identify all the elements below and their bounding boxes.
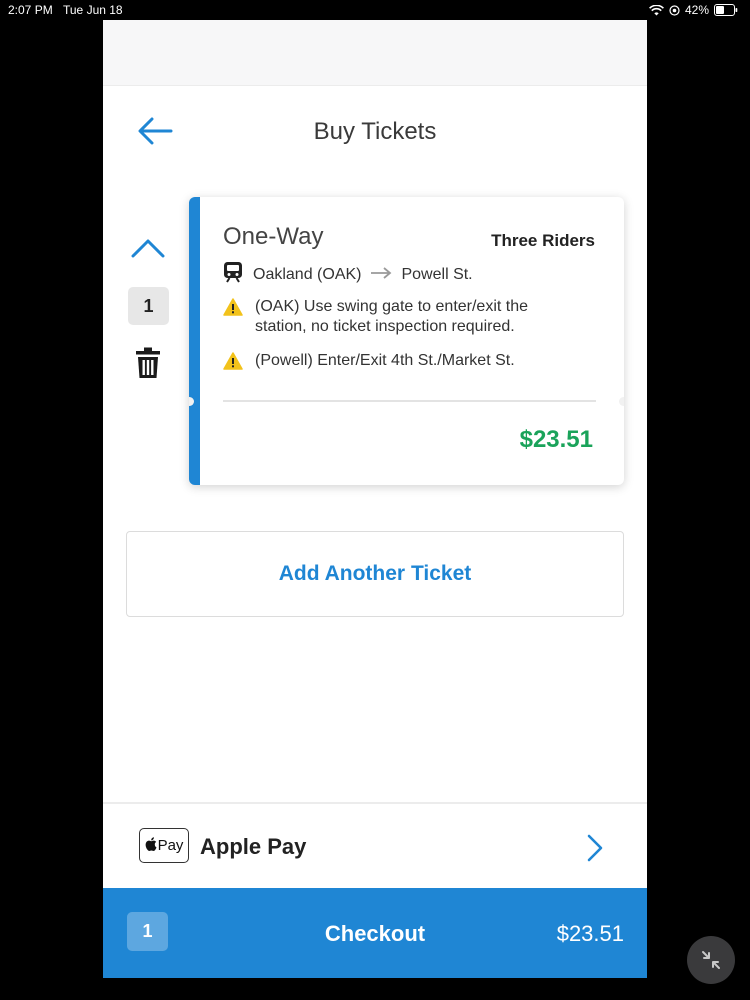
notice-item: (OAK) Use swing gate to enter/exit the s… [223,297,583,337]
apple-pay-badge-text: Pay [157,837,184,854]
ticket-price: $23.51 [519,426,593,453]
status-time: 2:07 PM [8,3,53,17]
notice-text: (Powell) Enter/Exit 4th St./Market St. [255,352,515,369]
battery-percent: 42% [684,3,709,17]
warning-icon [223,298,243,322]
status-indicators: 42% [649,3,738,17]
collapse-arrows-icon [702,951,720,969]
card-notch [619,397,624,406]
card-divider [223,400,596,402]
checkout-button[interactable]: 1 Checkout $23.51 [103,888,647,978]
notice-text: (OAK) Use swing gate to enter/exit the s… [255,298,529,335]
page-title: Buy Tickets [313,118,437,145]
trash-icon [136,347,160,378]
chevron-right-icon [587,834,603,862]
ticket-type: One-Way [223,223,324,250]
origin-station: Oakland (OAK) [253,265,362,283]
payment-method-row[interactable]: Pay Apple Pay [103,802,647,890]
notice-item: (Powell) Enter/Exit 4th St./Market St. [223,351,583,376]
train-icon [223,261,243,288]
chevron-up-icon [131,239,165,258]
header: Buy Tickets [103,86,647,176]
checkout-total: $23.51 [556,921,624,946]
top-strip [103,20,647,86]
status-bar: 2:07 PM Tue Jun 18 42% [0,0,750,20]
apple-pay-logo: Pay [139,828,189,863]
location-icon [669,4,680,16]
destination-station: Powell St. [401,265,473,283]
card-accent [189,197,200,485]
arrow-right-icon [370,266,392,284]
wifi-icon [649,4,664,16]
warning-icon [223,352,243,376]
quantity-value: 1 [128,287,169,325]
status-date: Tue Jun 18 [63,3,123,17]
app-window: Buy Tickets 1 One-Way Three Riders Oakla… [103,20,647,978]
increase-quantity-button[interactable] [130,235,166,261]
ticket-card[interactable]: One-Way Three Riders Oakland (OAK) Powel… [189,197,624,485]
riders-label: Three Riders [491,231,595,250]
add-another-ticket-button[interactable]: Add Another Ticket [126,531,624,617]
payment-method-label: Apple Pay [200,834,307,859]
delete-ticket-button[interactable] [136,347,160,379]
apple-logo-icon [145,836,157,855]
minimize-window-button[interactable] [687,936,735,984]
battery-icon [714,4,738,16]
route: Oakland (OAK) Powell St. [223,261,473,288]
